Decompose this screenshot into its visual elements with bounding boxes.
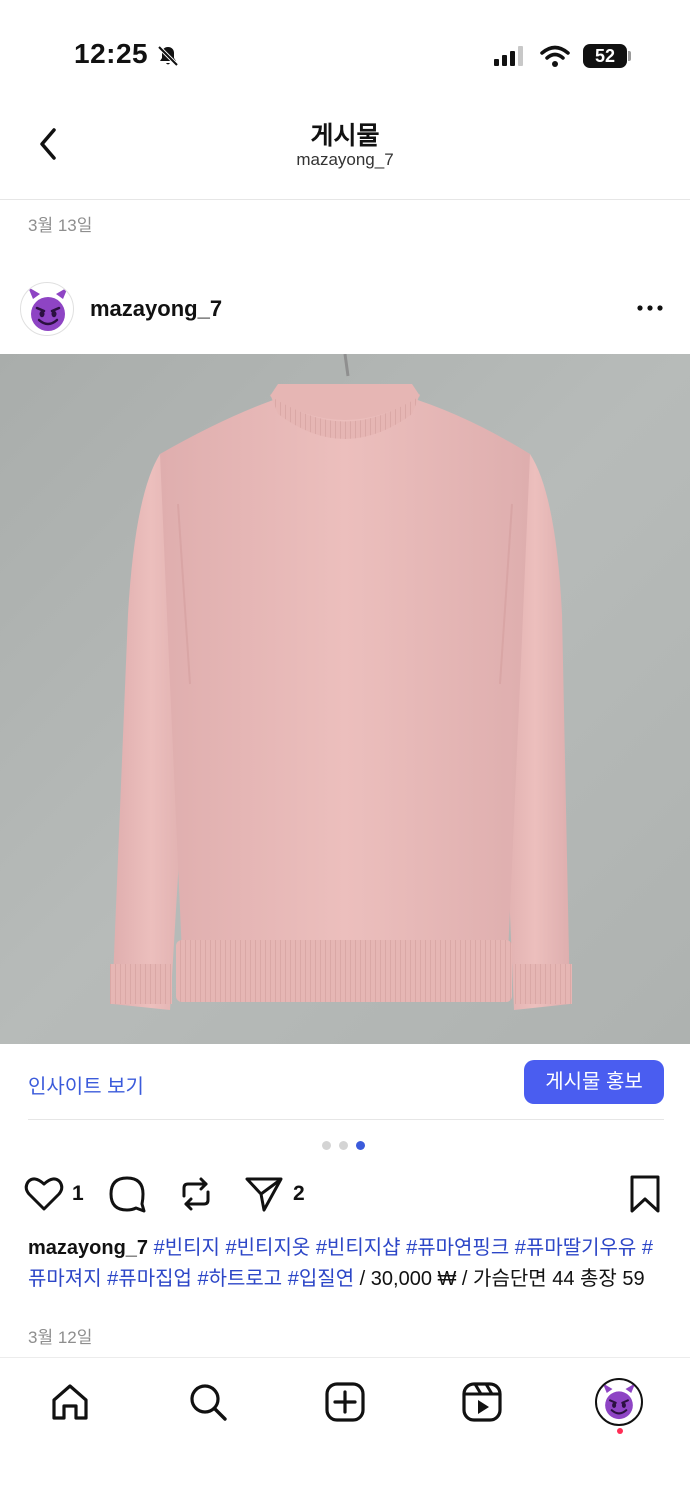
reels-icon[interactable]	[460, 1380, 504, 1424]
hashtag[interactable]: #빈티지샵	[316, 1237, 401, 1259]
comment-icon[interactable]	[107, 1174, 147, 1214]
hashtag[interactable]: #하트로고	[197, 1268, 282, 1290]
battery-indicator: 52	[583, 44, 627, 68]
hashtag[interactable]: #입질연	[288, 1268, 354, 1290]
create-icon[interactable]	[323, 1380, 367, 1424]
post-photo[interactable]	[0, 354, 690, 1044]
bookmark-icon[interactable]	[628, 1174, 662, 1214]
page-subtitle: mazayong_7	[296, 150, 394, 169]
repost-icon[interactable]	[176, 1174, 216, 1214]
more-icon[interactable]	[634, 298, 666, 318]
post-username[interactable]: mazayong_7	[90, 296, 222, 322]
jacket-image	[0, 354, 690, 1044]
divider	[28, 1119, 664, 1120]
devil-emoji-icon	[602, 1383, 636, 1420]
date-label: 3월 13일	[28, 216, 93, 235]
carousel-dot-active	[356, 1141, 365, 1150]
profile-avatar[interactable]	[595, 1378, 643, 1426]
bell-slash-icon	[157, 45, 179, 67]
hashtag[interactable]: #퓨마딸기우유	[515, 1237, 637, 1259]
devil-emoji-icon	[28, 287, 68, 331]
battery-tip	[628, 51, 631, 61]
post-date: 3월 12일	[28, 1328, 93, 1347]
bottom-nav	[0, 1357, 690, 1500]
boost-post-button[interactable]: 게시물 홍보	[524, 1060, 664, 1104]
hashtag[interactable]: #퓨마집업	[107, 1268, 192, 1290]
insights-link[interactable]: 인사이트 보기	[28, 1070, 144, 1099]
share-icon[interactable]	[244, 1174, 284, 1214]
heart-icon[interactable]	[24, 1176, 64, 1212]
caption-text: / 30,000 ₩ / 가슴단면 44 총장 59	[359, 1268, 645, 1290]
like-count[interactable]: 1	[72, 1182, 84, 1206]
signal-icon	[494, 46, 523, 66]
status-bar: 12:25 52	[0, 0, 690, 110]
carousel-dot	[339, 1141, 348, 1150]
hashtag[interactable]: #퓨마연핑크	[406, 1237, 509, 1259]
page-title: 게시물	[310, 122, 380, 150]
avatar[interactable]	[20, 282, 74, 336]
share-count[interactable]: 2	[293, 1182, 305, 1206]
status-time: 12:25	[74, 38, 149, 69]
search-icon[interactable]	[186, 1380, 230, 1424]
post-caption: mazayong_7 #빈티지 #빈티지옷 #빈티지샵 #퓨마연핑크 #퓨마딸기…	[28, 1233, 664, 1295]
carousel-dot	[322, 1141, 331, 1150]
notification-dot	[617, 1428, 623, 1434]
home-icon[interactable]	[48, 1380, 92, 1424]
caption-username[interactable]: mazayong_7	[28, 1237, 148, 1259]
hashtag[interactable]: #빈티지	[154, 1237, 220, 1259]
page-header: 게시물 mazayong_7	[0, 110, 690, 200]
hashtag[interactable]: #빈티지옷	[226, 1237, 311, 1259]
wifi-icon	[540, 45, 570, 67]
